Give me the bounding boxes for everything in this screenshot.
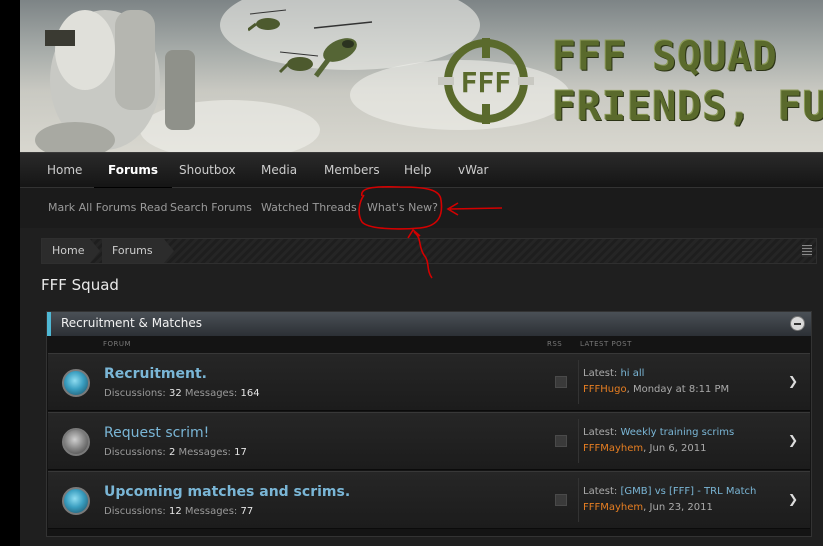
- whats-new-link[interactable]: What's New?: [367, 201, 438, 214]
- latest-post: Latest: Weekly training scrims: [583, 427, 735, 438]
- forums-subnav: Mark All Forums Read Search Forums Watch…: [20, 188, 823, 228]
- latest-post-meta: FFFHugo, Monday at 8:11 PM: [583, 384, 730, 395]
- mark-all-read-link[interactable]: Mark All Forums Read: [48, 201, 168, 214]
- divider: [578, 478, 579, 522]
- forum-row: Request scrim! Discussions: 2 Messages: …: [48, 412, 810, 470]
- forum-title-link[interactable]: Upcoming matches and scrims.: [104, 484, 350, 500]
- chevron-right-icon[interactable]: ❯: [788, 374, 798, 388]
- chevron-right-icon[interactable]: ❯: [788, 492, 798, 506]
- forum-stats: Discussions: 2 Messages: 17: [104, 447, 247, 458]
- nav-media[interactable]: Media: [261, 153, 297, 187]
- breadcrumb-forums[interactable]: Forums: [102, 239, 164, 263]
- nav-shoutbox[interactable]: Shoutbox: [179, 153, 236, 187]
- nav-members[interactable]: Members: [324, 153, 380, 187]
- nav-help[interactable]: Help: [404, 153, 431, 187]
- forum-title-link[interactable]: Recruitment.: [104, 366, 207, 382]
- forum-row: Recruitment. Discussions: 32 Messages: 1…: [48, 353, 810, 411]
- fff-logo-icon: FFF: [438, 38, 534, 124]
- latest-thread-link[interactable]: Weekly training scrims: [620, 427, 734, 438]
- forum-row: Upcoming matches and scrims. Discussions…: [48, 471, 810, 529]
- rss-icon[interactable]: [555, 435, 567, 447]
- latest-post-meta: FFFMayhem, Jun 23, 2011: [583, 502, 713, 513]
- nav-vwar[interactable]: vWar: [458, 153, 489, 187]
- forum-status-new-icon: [62, 369, 90, 397]
- col-forum: FORUM: [103, 340, 132, 348]
- forum-stats: Discussions: 12 Messages: 77: [104, 506, 254, 517]
- forum-status-new-icon: [62, 487, 90, 515]
- latest-user-link[interactable]: FFFHugo: [583, 384, 627, 395]
- latest-post: Latest: hi all: [583, 368, 645, 379]
- breadcrumb: Home Forums: [41, 238, 817, 264]
- col-rss: RSS: [547, 340, 563, 348]
- site-logo-line1: FFF SQUAD: [552, 34, 778, 80]
- col-latest-post: LATEST POST: [580, 340, 632, 348]
- latest-thread-link[interactable]: hi all: [620, 368, 644, 379]
- latest-post-meta: FFFMayhem, Jun 6, 2011: [583, 443, 707, 454]
- latest-user-link[interactable]: FFFMayhem: [583, 502, 643, 513]
- helicopter-icon: [248, 9, 287, 32]
- forum-page: FFF FFF SQUAD FRIENDS, FUN Home Forums S…: [20, 0, 823, 546]
- collapse-icon[interactable]: [790, 316, 805, 331]
- soldier-illustration: [35, 10, 195, 152]
- forum-status-read-icon: [62, 428, 90, 456]
- breadcrumb-separator: [90, 239, 100, 263]
- category-title[interactable]: Recruitment & Matches: [61, 316, 202, 330]
- divider: [578, 419, 579, 463]
- latest-user-link[interactable]: FFFMayhem: [583, 443, 643, 454]
- header-banner: FFF FFF SQUAD FRIENDS, FUN: [20, 0, 823, 152]
- rss-icon[interactable]: [555, 376, 567, 388]
- breadcrumb-menu-icon[interactable]: [802, 245, 812, 257]
- logo-mark-text: FFF: [461, 66, 512, 99]
- latest-thread-link[interactable]: [GMB] vs [FFF] - TRL Match: [620, 486, 756, 497]
- search-forums-link[interactable]: Search Forums: [170, 201, 252, 214]
- watched-threads-link[interactable]: Watched Threads: [261, 201, 357, 214]
- forum-stats: Discussions: 32 Messages: 164: [104, 388, 260, 399]
- forum-title-link[interactable]: Request scrim!: [104, 425, 209, 441]
- latest-post: Latest: [GMB] vs [FFF] - TRL Match: [583, 486, 757, 497]
- nav-home[interactable]: Home: [47, 153, 82, 187]
- nav-forums[interactable]: Forums: [93, 153, 173, 189]
- chevron-right-icon[interactable]: ❯: [788, 433, 798, 447]
- divider: [578, 360, 579, 404]
- page-title: FFF Squad: [41, 276, 119, 294]
- column-headers: FORUM RSS LATEST POST: [47, 338, 811, 352]
- main-nav: Home Forums Shoutbox Media Members Help …: [20, 152, 823, 189]
- rss-icon[interactable]: [555, 494, 567, 506]
- breadcrumb-home[interactable]: Home: [42, 239, 90, 263]
- breadcrumb-separator: [164, 239, 174, 263]
- category-header: Recruitment & Matches: [47, 312, 811, 336]
- helicopter-icon: [313, 21, 373, 78]
- site-logo-line2: FRIENDS, FUN: [552, 84, 823, 130]
- forum-category: Recruitment & Matches FORUM RSS LATEST P…: [46, 311, 812, 537]
